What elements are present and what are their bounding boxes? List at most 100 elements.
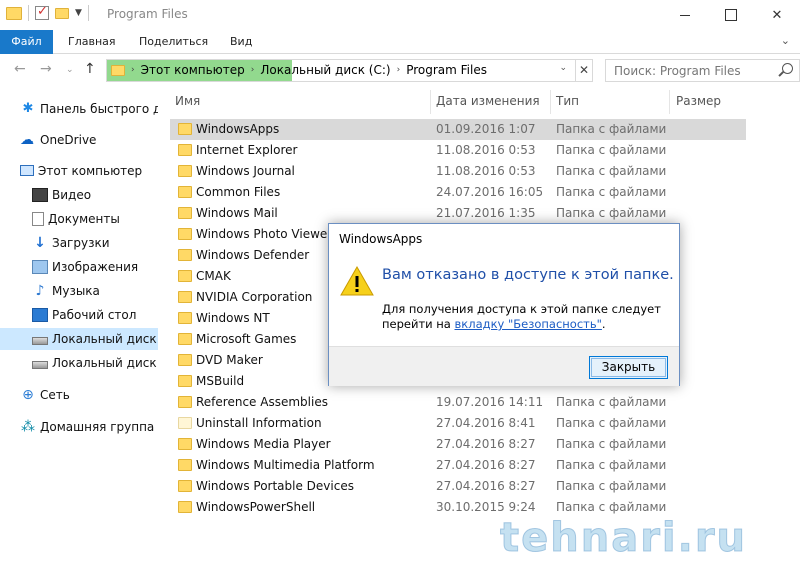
sidebar-item-label: Документы (48, 212, 120, 226)
sidebar-item-music[interactable]: ♪ Музыка (32, 280, 100, 302)
chevron-right-icon[interactable]: › (131, 65, 135, 75)
breadcrumb: › Этот компьютер › Локальный диск (C:) ›… (111, 63, 487, 77)
table-row[interactable]: Uninstall Information 27.04.2016 8:41 Папк… (170, 413, 746, 434)
column-header-type[interactable]: Тип (556, 90, 579, 114)
column-divider[interactable] (430, 90, 431, 114)
file-date: 11.08.2016 0:53 (436, 143, 536, 157)
table-row[interactable]: Reference Assemblies 19.07.2016 14:11 Папк… (170, 392, 746, 413)
navigation-pane: ✱ Панель быстрого доступа ☁ OneDrive Это… (0, 90, 158, 587)
table-row[interactable]: Windows Journal 11.08.2016 0:53 Папка с фа… (170, 161, 746, 182)
sidebar-item-label: Рабочий стол (52, 308, 137, 322)
breadcrumb-local-disk[interactable]: Локальный диск (C:) (260, 63, 390, 77)
sidebar-item-local-disk-d[interactable]: Локальный диск (D:) (32, 352, 158, 374)
table-row[interactable]: Windows Multimedia Platform 27.04.2016 8:… (170, 455, 746, 476)
sidebar-item-label: Панель быстрого доступа (40, 102, 158, 116)
file-name: Internet Explorer (196, 143, 298, 157)
new-folder-icon[interactable] (55, 7, 69, 19)
sidebar-item-local-disk-c[interactable]: Локальный диск (C:) (0, 328, 158, 350)
table-row[interactable]: Windows Mail 21.07.2016 1:35 Папка с файла… (170, 203, 746, 224)
forward-arrow-icon[interactable]: → (40, 61, 52, 77)
close-window-button[interactable]: ✕ (754, 0, 800, 30)
warning-icon (340, 266, 374, 296)
folder-icon (178, 207, 192, 219)
folder-icon (178, 480, 192, 492)
folder-icon (178, 333, 192, 345)
maximize-button[interactable] (708, 0, 754, 30)
folder-icon (178, 165, 192, 177)
drive-icon (32, 360, 48, 369)
homegroup-icon: ⁂ (21, 419, 35, 435)
file-type: Папка с файлами (556, 479, 667, 493)
toolbar-divider (87, 5, 89, 21)
sidebar-item-label: Локальный диск (D:) (52, 356, 158, 370)
tab-file[interactable]: Файл (0, 30, 53, 54)
folder-icon (178, 375, 192, 387)
file-name: Windows Mail (196, 206, 278, 220)
address-clear-button[interactable]: ✕ (575, 59, 593, 82)
chevron-right-icon[interactable]: › (251, 65, 255, 75)
search-icon[interactable] (782, 63, 793, 74)
network-icon: ⊕ (22, 387, 34, 403)
column-divider[interactable] (550, 90, 551, 114)
file-date: 01.09.2016 1:07 (436, 122, 536, 136)
table-row[interactable]: Common Files 24.07.2016 16:05 Папка с файл… (170, 182, 746, 203)
sidebar-item-images[interactable]: Изображения (32, 256, 138, 278)
file-name: NVIDIA Corporation (196, 290, 313, 304)
breadcrumb-this-pc[interactable]: Этот компьютер (141, 63, 245, 77)
close-button[interactable]: Закрыть (589, 356, 668, 379)
window-controls: ✕ (662, 0, 800, 30)
sidebar-item-this-pc[interactable]: Этот компьютер (20, 160, 142, 182)
file-date: 27.04.2016 8:41 (436, 416, 536, 430)
folder-icon (178, 144, 192, 156)
table-row[interactable]: Internet Explorer 11.08.2016 0:53 Папка с … (170, 140, 746, 161)
address-bar[interactable]: › Этот компьютер › Локальный диск (C:) ›… (106, 59, 592, 82)
file-name: Windows Defender (196, 248, 310, 262)
file-type: Папка с файлами (556, 416, 667, 430)
folder-icon (178, 438, 192, 450)
tab-view[interactable]: Вид (230, 30, 252, 54)
table-row[interactable]: Windows Media Player 27.04.2016 8:27 Папка… (170, 434, 746, 455)
properties-icon[interactable] (35, 4, 49, 20)
column-header-size[interactable]: Размер (676, 90, 721, 114)
minimize-button[interactable] (662, 0, 708, 30)
sidebar-item-video[interactable]: Видео (32, 184, 91, 206)
sidebar-item-downloads[interactable]: ↓ Загрузки (32, 232, 109, 254)
sidebar-item-homegroup[interactable]: ⁂ Домашняя группа (20, 416, 154, 438)
column-divider[interactable] (669, 90, 670, 114)
file-name: WindowsApps (196, 122, 280, 136)
sidebar-item-network[interactable]: ⊕ Сеть (20, 384, 70, 406)
sidebar-item-desktop[interactable]: Рабочий стол (32, 304, 136, 326)
access-denied-dialog: WindowsApps Вам отказано в доступе к это… (328, 223, 680, 386)
file-type: Папка с файлами (556, 206, 667, 220)
explorer-window: ▼ Program Files ✕ Файл Главная Поделитьс… (0, 0, 800, 587)
file-name: DVD Maker (196, 353, 263, 367)
search-input[interactable]: Поиск: Program Files (614, 64, 741, 78)
folder-icon (6, 6, 22, 20)
search-box[interactable]: Поиск: Program Files (605, 59, 800, 82)
chevron-down-icon[interactable]: ⌄ (559, 63, 567, 73)
sidebar-item-documents[interactable]: Документы (32, 208, 120, 230)
chevron-right-icon[interactable]: › (397, 65, 401, 75)
file-name: Common Files (196, 185, 281, 199)
sidebar-item-quick-access[interactable]: ✱ Панель быстрого доступа (20, 98, 158, 120)
folder-icon (178, 123, 192, 135)
expand-ribbon-icon[interactable]: ⌄ (781, 34, 790, 47)
star-icon: ✱ (22, 101, 34, 116)
table-row[interactable]: WindowsApps 01.09.2016 1:07 Папка с файлам… (170, 119, 746, 140)
security-tab-link[interactable]: вкладку "Безопасность" (455, 317, 602, 331)
folder-icon (178, 354, 192, 366)
sidebar-item-onedrive[interactable]: ☁ OneDrive (20, 129, 96, 151)
table-row[interactable]: Windows Portable Devices 27.04.2016 8:27 П… (170, 476, 746, 497)
column-header-date[interactable]: Дата изменения (436, 90, 540, 114)
sidebar-item-label: Локальный диск (C:) (52, 332, 158, 346)
tab-home[interactable]: Главная (68, 30, 116, 54)
dialog-footer: Закрыть (329, 346, 679, 386)
recent-locations-icon[interactable]: ⌄ (66, 65, 74, 75)
back-arrow-icon[interactable]: ← (14, 61, 26, 77)
breadcrumb-program-files[interactable]: Program Files (406, 63, 487, 77)
tab-share[interactable]: Поделиться (139, 30, 208, 54)
customize-toolbar-icon[interactable]: ▼ (75, 8, 82, 18)
up-arrow-icon[interactable]: ↑ (84, 61, 96, 77)
column-header-name[interactable]: Имя (175, 90, 200, 114)
document-icon (32, 212, 44, 226)
